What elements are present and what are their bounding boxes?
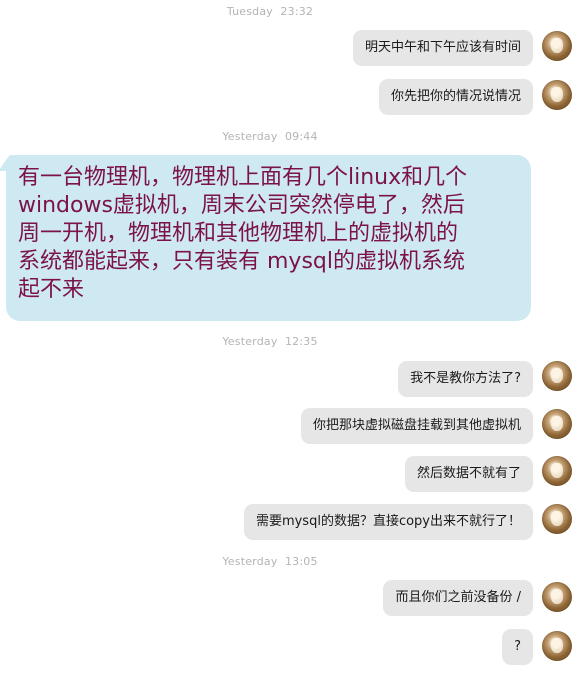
avatar[interactable]	[542, 504, 572, 534]
message-bubble-incoming[interactable]: 有一台物理机，物理机上面有几个linux和几个 windows虚拟机，周末公司突…	[6, 155, 531, 321]
message-bubble-outgoing[interactable]: ?	[502, 629, 533, 665]
message-bubble-outgoing[interactable]: 需要mysql的数据？直接copy出来不就行了！	[243, 504, 533, 540]
message-text: 而且你们之前没备份 /	[395, 590, 521, 605]
message-text: 需要mysql的数据？直接copy出来不就行了！	[255, 514, 521, 529]
avatar[interactable]	[542, 80, 572, 110]
message-bubble-outgoing[interactable]: 而且你们之前没备份 /	[383, 580, 533, 616]
message-text: 我不是教你方法了?	[410, 371, 521, 386]
avatar[interactable]	[542, 456, 572, 486]
message-text: 你先把你的情况说情况	[390, 89, 521, 104]
message-text-line: 系统都能起来，只有装有 mysql的虚拟机系统	[18, 249, 465, 274]
message-text-line: 周一开机，物理机和其他物理机上的虚拟机的	[18, 221, 459, 246]
message-text: 你把那块虚拟磁盘挂载到其他虚拟机	[312, 418, 521, 433]
timestamp-day: Yesterday	[222, 130, 278, 143]
timestamp-time: 23:32	[280, 5, 314, 18]
timestamp-day: Yesterday	[222, 335, 278, 348]
timestamp-day: Tuesday	[226, 5, 274, 18]
avatar[interactable]	[542, 31, 572, 61]
avatar[interactable]	[542, 631, 572, 661]
message-text-line: 有一台物理机，物理机上面有几个linux和几个	[18, 165, 468, 190]
timestamp-time: 13:05	[284, 555, 318, 568]
timestamp-time: 09:44	[284, 130, 318, 143]
message-bubble-outgoing[interactable]: 你把那块虚拟磁盘挂载到其他虚拟机	[300, 408, 533, 444]
message-bubble-outgoing[interactable]: 然后数据不就有了	[404, 456, 533, 492]
message-bubble-outgoing[interactable]: 明天中午和下午应该有时间	[352, 30, 533, 66]
message-text: 明天中午和下午应该有时间	[364, 40, 521, 55]
timestamp: Yesterday 13:05	[0, 555, 540, 568]
avatar[interactable]	[542, 582, 572, 612]
timestamp-day: Yesterday	[222, 555, 278, 568]
avatar[interactable]	[542, 361, 572, 391]
timestamp-time: 12:35	[284, 335, 318, 348]
message-text-line: 起不来	[18, 277, 85, 302]
timestamp: Yesterday 12:35	[0, 335, 540, 348]
message-text: 然后数据不就有了	[416, 466, 521, 481]
timestamp: Yesterday 09:44	[0, 130, 540, 143]
message-bubble-outgoing[interactable]: 我不是教你方法了?	[398, 361, 533, 397]
message-text: ?	[514, 639, 521, 654]
message-bubble-outgoing[interactable]: 你先把你的情况说情况	[378, 79, 533, 115]
timestamp: Tuesday 23:32	[0, 5, 540, 18]
message-text-line: windows虚拟机，周末公司突然停电了，然后	[18, 193, 465, 218]
avatar[interactable]	[542, 409, 572, 439]
